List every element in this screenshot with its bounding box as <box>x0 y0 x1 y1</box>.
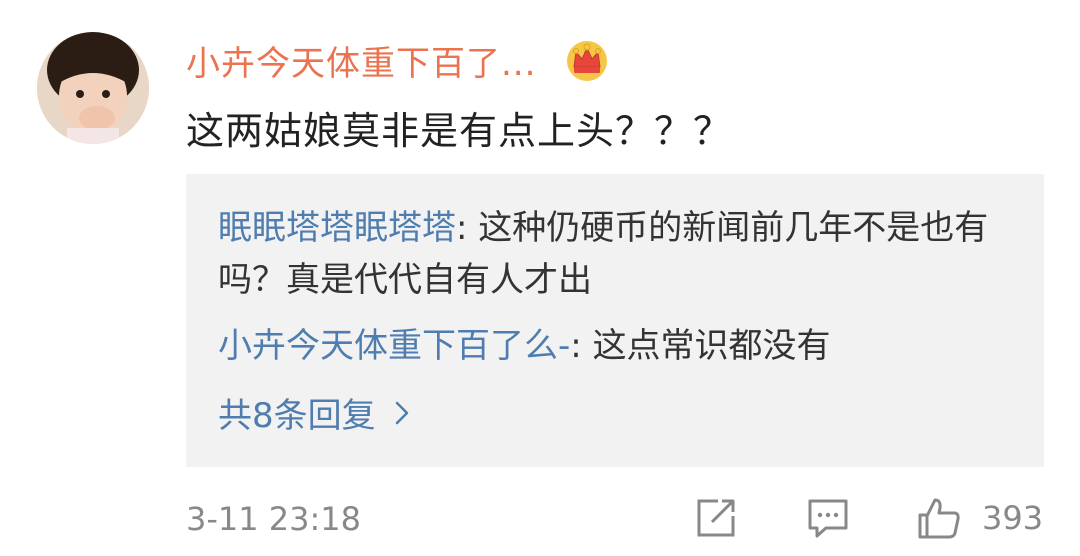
more-replies-link[interactable]: 共8条回复 <box>218 388 410 437</box>
avatar[interactable] <box>37 32 149 144</box>
comment-button[interactable] <box>806 496 850 540</box>
share-button[interactable] <box>694 496 738 540</box>
comment-header: 小卉今天体重下百了... <box>186 32 610 88</box>
avatar-image <box>37 32 149 144</box>
reply-author[interactable]: 小卉今天体重下百了么- <box>218 326 570 366</box>
timestamp: 3-11 23:18 <box>186 500 362 538</box>
comment-icon <box>808 499 848 538</box>
username[interactable]: 小卉今天体重下百了... <box>186 36 536 85</box>
thumbs-up-icon <box>918 498 960 539</box>
like-count: 393 <box>982 499 1044 537</box>
reply-author[interactable]: 眠眠塔塔眠塔塔 <box>218 208 456 248</box>
reply-preview-box[interactable]: 眠眠塔塔眠塔塔: 这种仍硬币的新闻前几年不是也有吗？真是代代自有人才出 小卉今天… <box>186 174 1044 467</box>
share-icon <box>697 499 735 537</box>
chevron-right-icon <box>395 401 408 424</box>
comment-card: 小卉今天体重下百了... 这两姑娘莫非是有点上头？？？ 眠眠塔塔眠塔塔: 这种仍… <box>0 0 1080 556</box>
crown-icon <box>567 41 608 81</box>
comment-text: 这两姑娘莫非是有点上头？？？ <box>186 109 733 153</box>
like-button[interactable]: 393 <box>916 496 1043 540</box>
reply-item[interactable]: 眠眠塔塔眠塔塔: 这种仍硬币的新闻前几年不是也有吗？真是代代自有人才出 <box>218 202 998 306</box>
more-replies-label: 共8条回复 <box>218 396 376 436</box>
reply-item[interactable]: 小卉今天体重下百了么-: 这点常识都没有 <box>218 320 998 372</box>
reply-text: : 这点常识都没有 <box>570 326 831 366</box>
